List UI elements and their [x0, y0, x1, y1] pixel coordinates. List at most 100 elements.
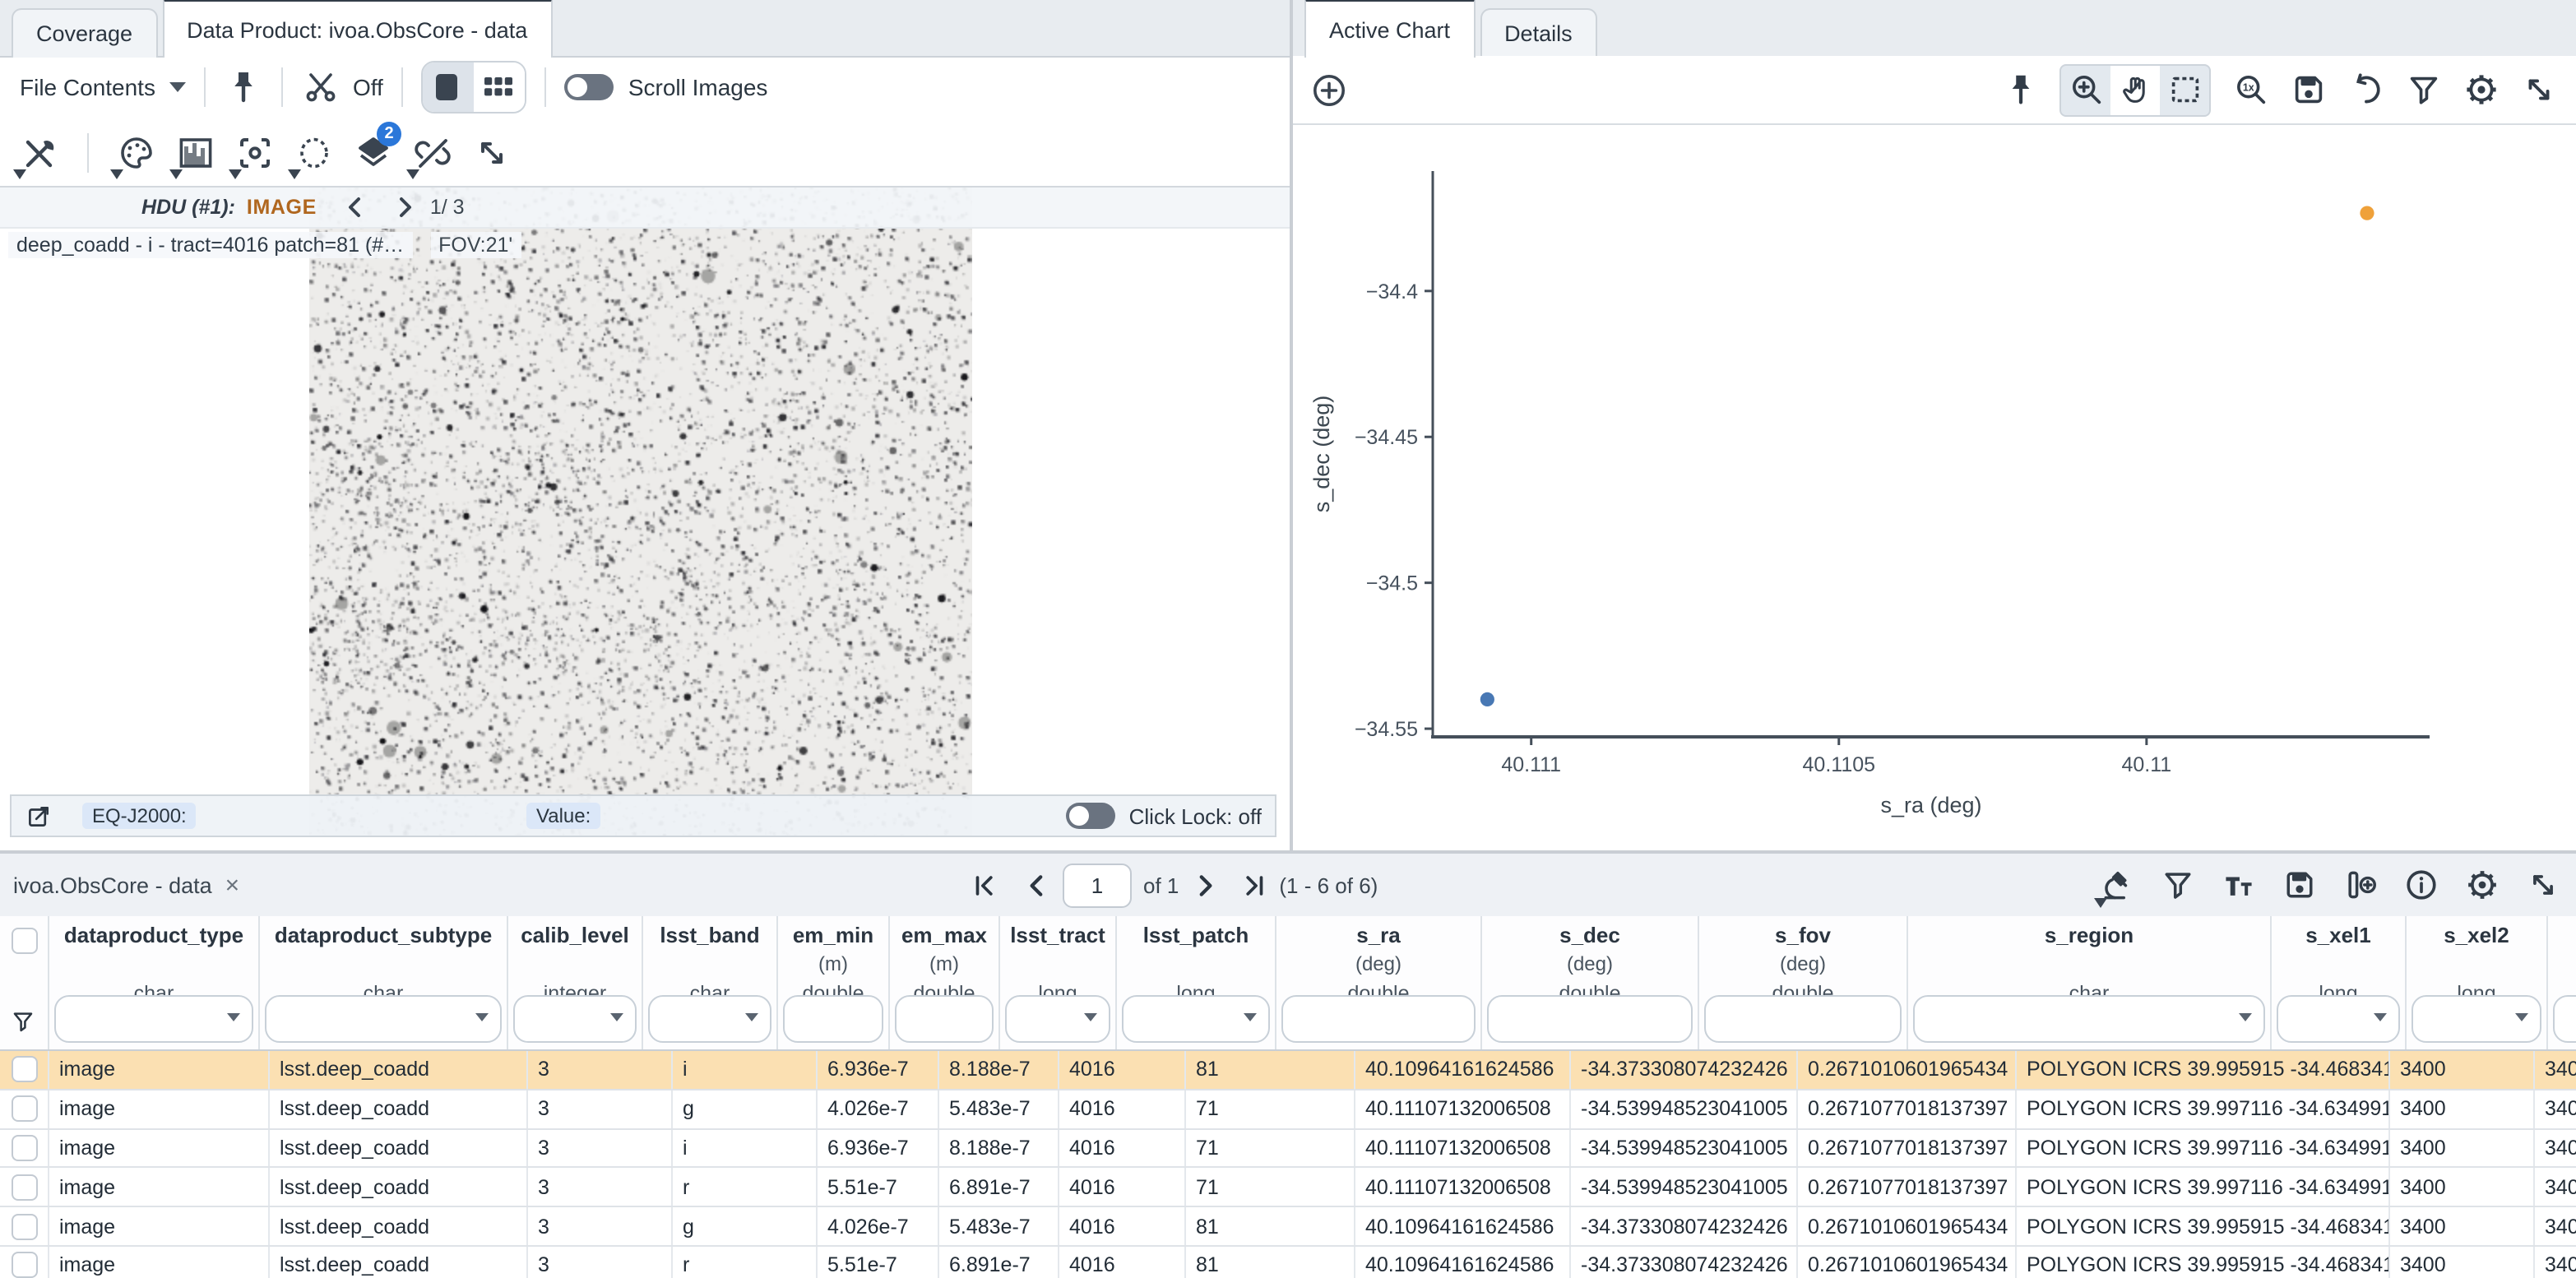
column-filter-select[interactable]: [2553, 995, 2576, 1043]
cell-s_dec[interactable]: -34.373308074232426: [1571, 1207, 1798, 1245]
cell-calib_level[interactable]: 3: [528, 1247, 673, 1278]
crop-toggle-button[interactable]: Off: [302, 67, 383, 107]
cell-s_region[interactable]: POLYGON ICRS 39.997116 -34.634991 40.: [2017, 1169, 2390, 1206]
cell-lsst_patch[interactable]: 71: [1186, 1169, 1355, 1206]
cell-s_fov[interactable]: 0.2671077018137397: [1798, 1169, 2017, 1206]
cell-lsst_tract[interactable]: 4016: [1059, 1090, 1186, 1128]
first-page-icon[interactable]: [971, 871, 998, 899]
cell-dataproduct_type[interactable]: image: [49, 1247, 270, 1278]
column-filter-input[interactable]: [1704, 995, 1902, 1043]
layers-icon[interactable]: 2: [350, 126, 396, 178]
column-header-s_fov[interactable]: s_fov(deg)double: [1699, 916, 1908, 1049]
cell-lsst_band[interactable]: r: [673, 1247, 818, 1278]
cell-s_region[interactable]: POLYGON ICRS 39.995915 -34.468341 40.: [2017, 1207, 2390, 1245]
cell-calib_level[interactable]: 3: [528, 1051, 673, 1089]
histogram-icon[interactable]: [173, 126, 219, 178]
cell-em_min[interactable]: 6.936e-7: [818, 1051, 939, 1089]
row-checkbox[interactable]: [11, 1253, 37, 1278]
cell-s_dec[interactable]: -34.539948523041005: [1571, 1129, 1798, 1167]
expand-icon[interactable]: [2517, 68, 2560, 111]
cell-lsst_band[interactable]: r: [673, 1169, 818, 1206]
cell-s_dec[interactable]: -34.539948523041005: [1571, 1169, 1798, 1206]
row-checkbox[interactable]: [11, 1135, 37, 1161]
cell-s_fov[interactable]: 0.2671010601965434: [1798, 1247, 2017, 1278]
cell-dataproduct_type[interactable]: image: [49, 1129, 270, 1167]
cell-s_ra[interactable]: 40.10964161624586: [1355, 1051, 1571, 1089]
cell-s_dec[interactable]: -34.539948523041005: [1571, 1090, 1798, 1128]
palette-icon[interactable]: [114, 126, 160, 178]
column-filter-input[interactable]: [783, 995, 883, 1043]
cell-dataproduct_subtype[interactable]: lsst.deep_coadd: [270, 1247, 528, 1278]
column-header-lsst_patch[interactable]: lsst_patchlong: [1117, 916, 1276, 1049]
microscope-icon[interactable]: [2097, 862, 2137, 908]
cell-dataproduct_type[interactable]: image: [49, 1090, 270, 1128]
cell-em_max[interactable]: 8.188e-7: [939, 1129, 1059, 1167]
column-header-s_xel1[interactable]: s_xel1long: [2272, 916, 2407, 1049]
cell-s_fov[interactable]: 0.2671010601965434: [1798, 1207, 2017, 1245]
cell-s_region[interactable]: POLYGON ICRS 39.995915 -34.468341 40.: [2017, 1247, 2390, 1278]
hdu-prev-icon[interactable]: [343, 194, 369, 220]
zoom-1x-icon[interactable]: 1x: [2229, 68, 2272, 111]
table-row[interactable]: imagelsst.deep_coadd3i6.936e-78.188e-740…: [0, 1129, 2576, 1169]
cell-lsst_tract[interactable]: 4016: [1059, 1247, 1186, 1278]
column-header-calib_level[interactable]: calib_levelinteger: [508, 916, 643, 1049]
column-filter-select[interactable]: [265, 995, 502, 1043]
settings-icon[interactable]: [2462, 862, 2502, 908]
column-header-dataproduct_type[interactable]: dataproduct_typechar: [49, 916, 260, 1049]
cell-s_ra[interactable]: 40.10964161624586: [1355, 1207, 1571, 1245]
save-icon[interactable]: [2286, 68, 2329, 111]
cell-em_max[interactable]: 6.891e-7: [939, 1247, 1059, 1278]
cell-s_fov[interactable]: 0.2671077018137397: [1798, 1090, 2017, 1128]
column-header-s_dec[interactable]: s_dec(deg)double: [1482, 916, 1699, 1049]
tab-data-product[interactable]: Data Product: ivoa.ObsCore - data: [162, 0, 552, 58]
restore-icon[interactable]: [2344, 68, 2387, 111]
cell-dataproduct_subtype[interactable]: lsst.deep_coadd: [270, 1129, 528, 1167]
cell-dataproduct_subtype[interactable]: lsst.deep_coadd: [270, 1090, 528, 1128]
cell-lsst_patch[interactable]: 81: [1186, 1207, 1355, 1245]
cell-dataproduct_subtype[interactable]: lsst.deep_coadd: [270, 1169, 528, 1206]
cell-dataproduct_type[interactable]: image: [49, 1051, 270, 1089]
zoom-in-icon[interactable]: [2061, 65, 2110, 114]
row-checkbox[interactable]: [11, 1213, 37, 1239]
cell-s_xel2[interactable]: 3400: [2535, 1169, 2576, 1206]
prev-page-icon[interactable]: [1023, 871, 1051, 899]
column-header-s_xel2[interactable]: s_xel2long: [2407, 916, 2548, 1049]
column-filter-select[interactable]: [1122, 995, 1270, 1043]
cell-s_xel1[interactable]: 3400: [2390, 1090, 2535, 1128]
cell-em_min[interactable]: 6.936e-7: [818, 1129, 939, 1167]
row-checkbox[interactable]: [11, 1174, 37, 1201]
open-new-window-icon[interactable]: [25, 802, 53, 830]
recenter-icon[interactable]: [232, 126, 278, 178]
scroll-images-toggle[interactable]: Scroll Images: [564, 74, 768, 100]
column-filter-select[interactable]: [1005, 995, 1110, 1043]
cell-lsst_patch[interactable]: 71: [1186, 1129, 1355, 1167]
table-row[interactable]: imagelsst.deep_coadd3g4.026e-75.483e-740…: [0, 1207, 2576, 1247]
cell-s_ra[interactable]: 40.11107132006508: [1355, 1129, 1571, 1167]
column-header-lsst_band[interactable]: lsst_bandchar: [643, 916, 778, 1049]
unlink-icon[interactable]: [410, 126, 456, 178]
cell-s_xel2[interactable]: 3400: [2535, 1051, 2576, 1089]
cell-s_xel2[interactable]: 3400: [2535, 1207, 2576, 1245]
cell-lsst_band[interactable]: i: [673, 1051, 818, 1089]
cell-lsst_band[interactable]: i: [673, 1129, 818, 1167]
file-contents-dropdown[interactable]: File Contents: [20, 74, 187, 100]
tab-active-chart[interactable]: Active Chart: [1304, 0, 1475, 58]
next-page-icon[interactable]: [1190, 871, 1218, 899]
column-filter-select[interactable]: [2277, 995, 2400, 1043]
tab-details[interactable]: Details: [1480, 8, 1597, 58]
cell-s_dec[interactable]: -34.373308074232426: [1571, 1051, 1798, 1089]
fits-image[interactable]: [309, 186, 972, 837]
tools-icon[interactable]: [16, 126, 63, 178]
pin-icon[interactable]: [1999, 68, 2041, 111]
column-filter-input[interactable]: [1487, 995, 1693, 1043]
click-lock-toggle[interactable]: Click Lock: off: [1067, 803, 1262, 829]
cell-lsst_tract[interactable]: 4016: [1059, 1051, 1186, 1089]
cell-s_xel1[interactable]: 3400: [2390, 1129, 2535, 1167]
add-column-icon[interactable]: [2341, 862, 2380, 908]
column-header-em_max[interactable]: em_max(m)double: [890, 916, 1000, 1049]
region-circle-icon[interactable]: [291, 126, 337, 178]
cell-lsst_band[interactable]: g: [673, 1090, 818, 1128]
column-header-s_region[interactable]: s_regionchar: [1908, 916, 2272, 1049]
tab-coverage[interactable]: Coverage: [12, 8, 157, 58]
cell-lsst_tract[interactable]: 4016: [1059, 1207, 1186, 1245]
